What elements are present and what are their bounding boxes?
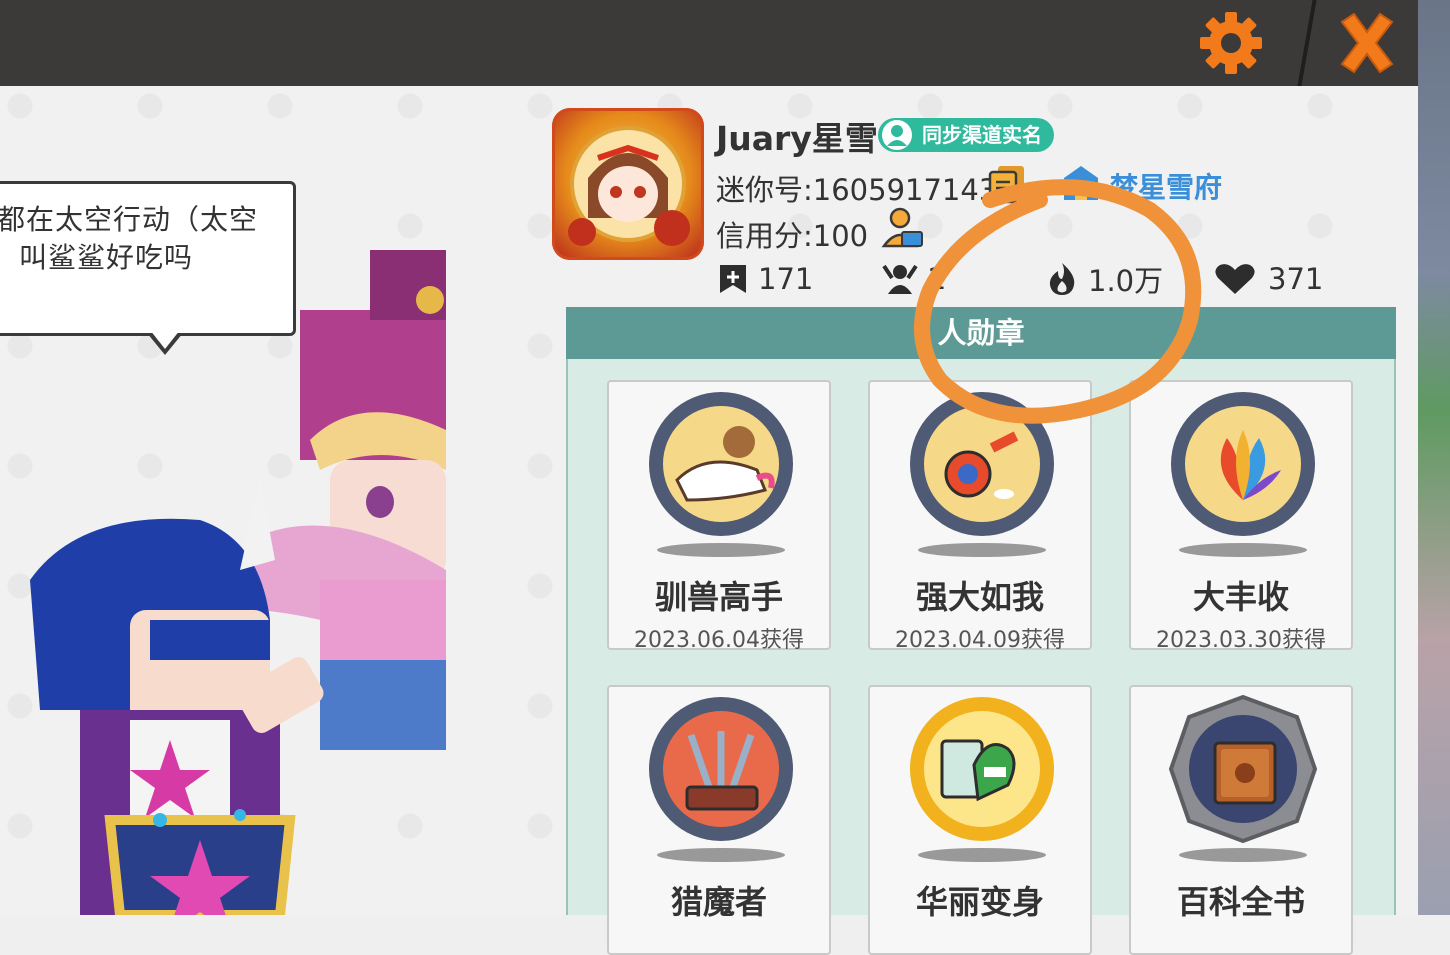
medal-shadow — [1179, 543, 1307, 557]
flame-icon — [1049, 263, 1075, 295]
player-name: Juary星雪 — [716, 119, 878, 158]
badge-name: 大丰收 — [1192, 578, 1289, 616]
character-avatar-3d — [30, 250, 446, 915]
badge-card[interactable]: 强大如我 2023.04.09获得 — [868, 380, 1092, 653]
badges-header: 人勋章 — [566, 307, 1396, 359]
harvest-medal-icon — [1171, 392, 1315, 536]
bookmark-plus-icon — [720, 265, 746, 293]
medal-shadow — [918, 543, 1046, 557]
badge-date: 2023.04.09获得 — [895, 628, 1065, 653]
stat-posts-value: 171 — [758, 262, 814, 296]
avatar-portrait — [568, 126, 690, 246]
stat-fans[interactable]: 2 — [882, 259, 946, 299]
strong-medal-icon — [910, 392, 1054, 536]
mini-id: 迷你号:1605917143 — [716, 173, 998, 207]
stat-posts[interactable]: 171 — [718, 259, 813, 299]
bubble-text-line1: 都在太空行动（太空 — [0, 203, 259, 236]
medal-shadow — [657, 848, 785, 862]
top-bar — [0, 0, 1418, 86]
person-card-icon[interactable] — [880, 206, 924, 250]
avatar[interactable] — [552, 108, 704, 260]
badge-card[interactable]: 大丰收 2023.03.30获得 — [1129, 380, 1353, 653]
sync-realname-badge[interactable]: 同步渠道实名 — [878, 118, 1054, 152]
stat-likes[interactable]: 371 — [1212, 259, 1323, 299]
book-medal-icon — [1169, 695, 1317, 843]
medal-shadow — [918, 848, 1046, 862]
credit-score: 信用分:100 — [716, 219, 869, 253]
background-scene — [1418, 0, 1450, 915]
swords-medal-icon — [649, 697, 793, 841]
stat-popularity[interactable]: 1.0万 — [1046, 259, 1163, 299]
medal-shadow — [657, 543, 785, 557]
stat-fans-value: 2 — [928, 262, 947, 296]
clan-house-icon — [1064, 166, 1098, 200]
clan-name[interactable]: 梦星雪府 — [1110, 166, 1222, 206]
badge-name: 强大如我 — [915, 578, 1044, 616]
badge-date: 2023.03.30获得 — [1156, 628, 1326, 653]
copy-icon[interactable] — [988, 164, 1026, 204]
badge-date: 2023.06.04获得 — [634, 628, 804, 653]
toolbar-divider — [1292, 0, 1322, 86]
user-check-icon — [882, 120, 912, 150]
tamer-medal-icon — [649, 392, 793, 536]
gear-icon[interactable] — [1198, 10, 1264, 76]
badge-name: 华丽变身 — [915, 883, 1044, 921]
close-icon[interactable] — [1332, 8, 1402, 78]
fans-icon — [882, 264, 918, 294]
stat-popularity-value: 1.0万 — [1088, 264, 1164, 298]
badge-name: 驯兽高手 — [654, 578, 783, 616]
sync-badge-label: 同步渠道实名 — [922, 123, 1042, 147]
badge-name: 猎魔者 — [670, 883, 767, 921]
medal-shadow — [1179, 848, 1307, 862]
badge-card[interactable]: 驯兽高手 2023.06.04获得 — [607, 380, 831, 653]
hearts-icon — [1215, 264, 1255, 294]
transform-medal-icon — [910, 697, 1054, 841]
stat-likes-value: 371 — [1268, 262, 1324, 296]
badge-name: 百科全书 — [1176, 883, 1305, 921]
